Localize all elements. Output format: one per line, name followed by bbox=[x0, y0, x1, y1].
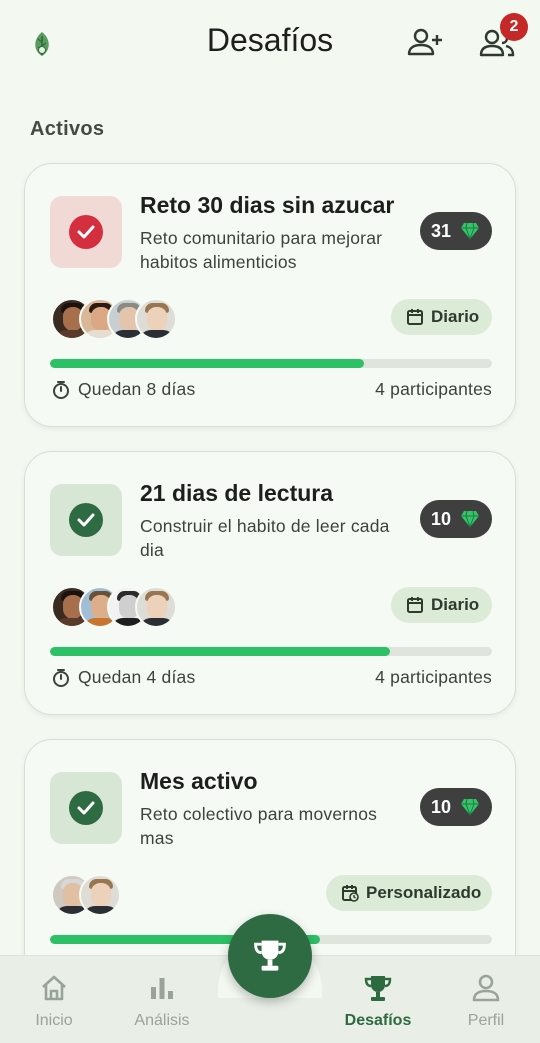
progress-fill bbox=[50, 359, 364, 368]
gem-icon bbox=[461, 798, 479, 816]
nav-label-challenges: Desafíos bbox=[344, 1012, 412, 1029]
stopwatch-icon bbox=[53, 381, 69, 399]
status-tile bbox=[50, 484, 122, 556]
gem-count: 31 bbox=[431, 221, 452, 241]
status-tile bbox=[50, 772, 122, 844]
trophy-icon bbox=[364, 976, 392, 1001]
gem-count: 10 bbox=[431, 509, 452, 529]
progress-bar bbox=[50, 359, 492, 368]
challenge-description: Construir el habito de leer cada dia bbox=[140, 516, 390, 560]
frequency-chip: Diario bbox=[391, 587, 492, 623]
nav-label-profile: Perfil bbox=[467, 1012, 505, 1029]
nav-item-home[interactable]: Inicio bbox=[0, 956, 109, 1043]
frequency-label: Diario bbox=[431, 595, 480, 614]
avatar bbox=[135, 586, 177, 628]
challenge-title: Reto 30 dias sin azucar bbox=[140, 192, 395, 218]
calendar-sync-icon bbox=[342, 885, 359, 902]
calendar-icon bbox=[407, 597, 423, 613]
nav-item-profile[interactable]: Perfil bbox=[431, 956, 540, 1043]
avatar bbox=[79, 874, 121, 916]
gem-reward-badge: 10 bbox=[420, 788, 492, 826]
nav-label-analysis: Análisis bbox=[134, 1012, 190, 1029]
trophy-fab-button[interactable] bbox=[228, 914, 312, 998]
challenge-description: Reto colectivo para movernos mas bbox=[140, 804, 378, 848]
gem-reward-badge: 10 bbox=[420, 500, 492, 538]
section-title: Activos bbox=[30, 118, 105, 140]
frequency-chip: Personalizado bbox=[326, 875, 492, 911]
challenge-card[interactable]: 21 dias de lectura Construir el habito d… bbox=[24, 451, 516, 715]
participants-count: 4 participantes bbox=[375, 379, 492, 399]
gem-reward-badge: 31 bbox=[420, 212, 492, 250]
calendar-icon bbox=[407, 309, 423, 325]
bar-chart-icon bbox=[151, 978, 173, 999]
check-icon bbox=[69, 791, 103, 825]
progress-fill bbox=[50, 647, 391, 656]
stopwatch-icon bbox=[53, 669, 69, 687]
nav-label-home: Inicio bbox=[35, 1012, 73, 1029]
check-icon bbox=[69, 215, 103, 249]
status-tile bbox=[50, 196, 122, 268]
challenge-description: Reto comunitario para mejorar habitos al… bbox=[140, 228, 383, 272]
frequency-label: Personalizado bbox=[366, 883, 482, 902]
trophy-icon bbox=[254, 940, 286, 971]
check-icon bbox=[69, 503, 103, 537]
gem-count: 10 bbox=[431, 797, 452, 817]
person-icon bbox=[472, 974, 500, 1002]
challenge-card[interactable]: Reto 30 dias sin azucar Reto comunitario… bbox=[24, 163, 516, 427]
challenge-title: 21 dias de lectura bbox=[140, 480, 334, 506]
add-friend-icon[interactable] bbox=[406, 26, 444, 60]
gem-icon bbox=[461, 222, 479, 240]
avatar bbox=[135, 298, 177, 340]
nav-item-challenges[interactable]: Desafíos bbox=[323, 956, 433, 1043]
notification-badge: 2 bbox=[500, 13, 528, 41]
challenge-footer: Quedan 8 días 4 participantes bbox=[50, 378, 492, 402]
challenge-title: Mes activo bbox=[140, 768, 258, 794]
days-remaining: Quedan 4 días bbox=[78, 667, 196, 687]
challenge-footer: Quedan 4 días 4 participantes bbox=[50, 666, 492, 690]
page-title: Desafíos bbox=[206, 22, 334, 58]
days-remaining: Quedan 8 días bbox=[78, 379, 196, 399]
app-header: Desafíos 2 bbox=[0, 0, 540, 90]
participants-count: 4 participantes bbox=[375, 667, 492, 687]
progress-bar bbox=[50, 647, 492, 656]
home-icon bbox=[42, 975, 66, 1001]
nav-item-analysis[interactable]: Análisis bbox=[107, 956, 217, 1043]
frequency-label: Diario bbox=[431, 307, 480, 326]
frequency-chip: Diario bbox=[391, 299, 492, 335]
gem-icon bbox=[461, 510, 479, 528]
